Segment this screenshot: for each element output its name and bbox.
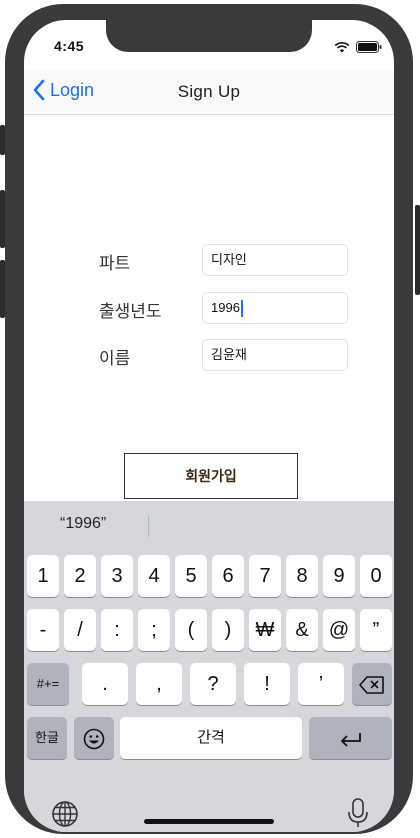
key-slash[interactable]: / <box>64 609 96 651</box>
key-apostrophe[interactable]: ’ <box>298 663 344 705</box>
status-icons <box>334 40 382 58</box>
key-question[interactable]: ? <box>190 663 236 705</box>
key-3[interactable]: 3 <box>101 555 133 597</box>
return-icon <box>340 732 361 747</box>
emoji-icon <box>83 728 105 750</box>
keyboard: “1996” 1 2 3 4 5 6 7 8 9 0 - / : ; ( ) ₩… <box>24 501 394 832</box>
key-colon[interactable]: : <box>101 609 133 651</box>
key-1[interactable]: 1 <box>27 555 59 597</box>
key-comma[interactable]: , <box>136 663 182 705</box>
mute-switch <box>0 125 5 155</box>
text-cursor <box>240 300 243 318</box>
volume-down-button <box>0 260 5 318</box>
navigation-bar: Login Sign Up <box>24 70 394 115</box>
part-value: 디자인 <box>211 252 247 267</box>
name-field[interactable]: 김윤재 <box>202 339 348 371</box>
key-semicolon[interactable]: ; <box>138 609 170 651</box>
status-time: 4:45 <box>54 38 85 54</box>
phone-frame: 4:45 Login Sign Up 파트 디자인 출생년도 1996 이름 김… <box>0 0 420 838</box>
name-label: 이름 <box>99 349 131 368</box>
suggestion-divider <box>148 515 149 537</box>
key-ampersand[interactable]: & <box>286 609 318 651</box>
page-title: Sign Up <box>177 82 241 101</box>
volume-up-button <box>0 190 5 248</box>
birth-year-value: 1996 <box>211 300 240 315</box>
suggestion-bar: “1996” <box>24 501 394 549</box>
key-6[interactable]: 6 <box>212 555 244 597</box>
part-field[interactable]: 디자인 <box>202 244 348 276</box>
part-label: 파트 <box>99 254 131 273</box>
key-open-paren[interactable]: ( <box>175 609 207 651</box>
key-return[interactable] <box>309 717 392 759</box>
key-delete[interactable] <box>352 663 392 705</box>
microphone-icon[interactable] <box>346 797 370 832</box>
key-at[interactable]: @ <box>323 609 355 651</box>
birth-year-label: 출생년도 <box>99 302 162 321</box>
battery-icon <box>356 40 382 58</box>
screen: 4:45 Login Sign Up 파트 디자인 출생년도 1996 이름 김… <box>24 20 394 832</box>
backspace-icon <box>359 675 384 694</box>
key-8[interactable]: 8 <box>286 555 318 597</box>
name-value: 김윤재 <box>211 347 247 362</box>
suggestion-item[interactable]: “1996” <box>60 515 106 533</box>
key-7[interactable]: 7 <box>249 555 281 597</box>
key-symbols-toggle[interactable]: #+= <box>27 663 69 705</box>
key-hyphen[interactable]: - <box>27 609 59 651</box>
key-quote[interactable]: ” <box>360 609 392 651</box>
key-space[interactable]: 간격 <box>120 717 302 759</box>
key-5[interactable]: 5 <box>175 555 207 597</box>
key-emoji[interactable] <box>74 717 114 759</box>
power-button <box>415 205 420 295</box>
key-9[interactable]: 9 <box>323 555 355 597</box>
signup-button[interactable]: 회원가입 <box>124 453 298 499</box>
key-close-paren[interactable]: ) <box>212 609 244 651</box>
key-2[interactable]: 2 <box>64 555 96 597</box>
wifi-icon <box>334 40 350 58</box>
key-period[interactable]: . <box>82 663 128 705</box>
home-indicator <box>144 819 274 824</box>
key-4[interactable]: 4 <box>138 555 170 597</box>
key-exclamation[interactable]: ! <box>244 663 290 705</box>
key-language-hangul[interactable]: 한글 <box>27 717 67 759</box>
key-won[interactable]: ₩ <box>249 609 281 651</box>
globe-icon[interactable] <box>50 799 80 832</box>
key-0[interactable]: 0 <box>360 555 392 597</box>
birth-year-field[interactable]: 1996 <box>202 292 348 324</box>
notch <box>106 20 312 52</box>
